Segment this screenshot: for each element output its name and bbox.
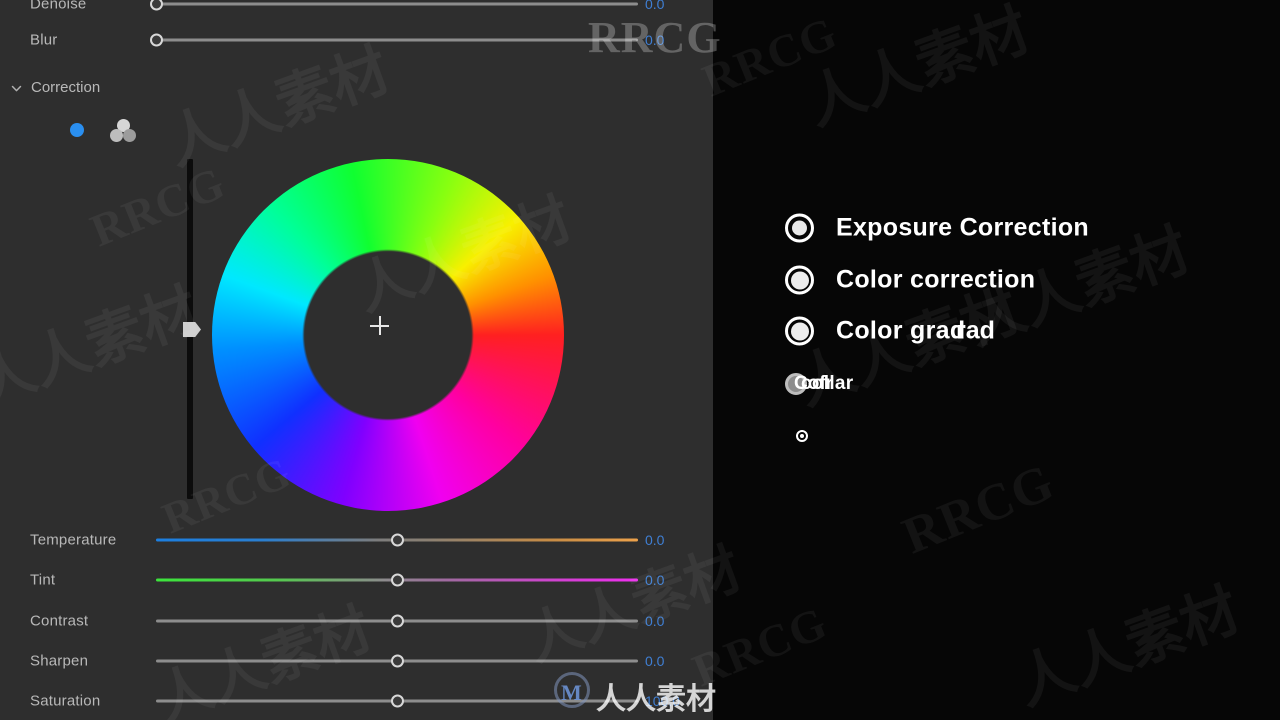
color-wheels-icon[interactable] [110,118,138,146]
slider-label-tint: Tint [30,571,56,589]
slider-label-contrast: Contrast [30,612,89,630]
presentation-stage: Exposure Correction Color correction Col… [713,0,1280,720]
radio-button-icon[interactable] [785,316,814,346]
single-color-dot-icon[interactable] [70,123,84,137]
radio-button-icon[interactable] [785,265,814,295]
slider-row-saturation[interactable]: Saturation 100.0 [0,687,713,715]
slider-value-tint[interactable]: 0.0 [645,572,664,588]
slider-handle-tint[interactable] [390,573,404,587]
slider-track-contrast[interactable] [156,612,638,630]
radio-option-label: Color correction [836,265,1036,294]
color-wheel-area [170,150,570,520]
luminance-slider-handle[interactable] [183,322,201,337]
slider-row-denoise[interactable]: Denoise 0.0 [0,0,713,18]
slider-label-blur: Blur [30,31,58,49]
correction-mode-toggle-group [62,118,182,146]
radio-button-small[interactable] [796,430,808,442]
slider-value-temperature[interactable]: 0.0 [645,532,664,548]
radio-option-label: Exposure Correction [836,213,1089,242]
slider-handle-saturation[interactable] [390,694,404,708]
slider-track-blur[interactable] [149,31,638,49]
color-wheel-crosshair-icon[interactable] [370,316,389,335]
section-header-correction[interactable]: Correction [0,76,300,102]
slider-label-denoise: Denoise [30,0,87,13]
slider-row-temperature[interactable]: Temperature 0.0 [0,526,713,554]
radio-option-label: Color grad [836,316,966,345]
slider-track-tint[interactable] [156,571,638,589]
section-title-correction: Correction [31,79,101,96]
app-window: Denoise 0.0 Blur 0.0 Correction Temperat… [0,0,1280,720]
radio-option-label-ghost: Cofr [794,373,834,394]
radio-button-icon[interactable] [785,213,814,243]
slider-track-denoise[interactable] [149,0,638,13]
slider-handle-blur[interactable] [149,33,163,47]
radio-option-label-ghost: rad [956,316,995,345]
hue-color-wheel[interactable] [212,159,564,511]
slider-value-saturation[interactable]: 100.0 [645,693,680,709]
slider-row-sharpen[interactable]: Sharpen 0.0 [0,647,713,675]
slider-track-temperature[interactable] [156,531,638,549]
slider-handle-denoise[interactable] [149,0,163,11]
slider-label-saturation: Saturation [30,692,101,710]
slider-value-denoise[interactable]: 0.0 [645,0,664,12]
slider-value-sharpen[interactable]: 0.0 [645,653,664,669]
slider-row-tint[interactable]: Tint 0.0 [0,566,713,594]
slider-track-sharpen[interactable] [156,652,638,670]
slider-handle-sharpen[interactable] [390,654,404,668]
slider-handle-temperature[interactable] [390,533,404,547]
slider-handle-contrast[interactable] [390,614,404,628]
slider-row-blur[interactable]: Blur 0.0 [0,26,713,54]
slider-row-contrast[interactable]: Contrast 0.0 [0,607,713,635]
chevron-down-icon[interactable] [10,82,23,95]
effects-editor-panel: Denoise 0.0 Blur 0.0 Correction Temperat… [0,0,713,720]
slider-value-blur[interactable]: 0.0 [645,32,664,48]
slider-track-saturation[interactable] [156,692,638,710]
slider-value-contrast[interactable]: 0.0 [645,613,664,629]
slider-label-temperature: Temperature [30,531,117,549]
slider-label-sharpen: Sharpen [30,652,89,670]
